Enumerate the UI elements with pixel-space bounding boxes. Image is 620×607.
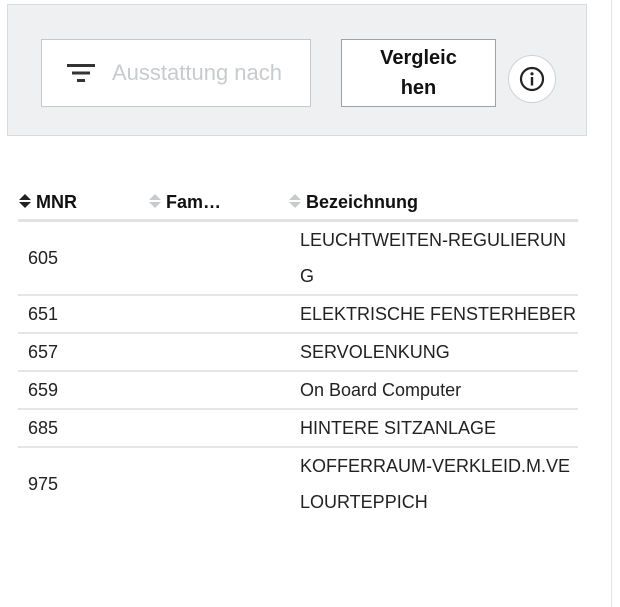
cell-bezeichnung: KOFFERRAUM-VERKLEID.M.VELOURTEPPICH bbox=[300, 456, 571, 512]
info-button[interactable] bbox=[508, 55, 556, 103]
cell-mnr: 659 bbox=[18, 371, 148, 410]
cell-fam bbox=[148, 447, 288, 520]
cell-bezeichnung: HINTERE SITZANLAGE bbox=[288, 409, 578, 448]
cell-bezeichnung: SERVOLENKUNG bbox=[288, 333, 578, 372]
cell-bezeichnung: On Board Computer bbox=[288, 371, 578, 410]
cell-bezeichnung: ELEKTRISCHE FENSTERHEBER bbox=[288, 295, 578, 334]
column-header-bezeichnung[interactable]: Bezeichnung bbox=[288, 185, 578, 222]
column-header-label: Fam… bbox=[166, 191, 222, 212]
cell-fam bbox=[148, 371, 288, 410]
filter-panel: Vergleichen bbox=[7, 4, 587, 136]
panel-divider bbox=[611, 0, 612, 607]
cell-fam bbox=[148, 295, 288, 334]
table-header-row: MNR Fam… Bezeichnung bbox=[18, 185, 578, 222]
cell-mnr: 605 bbox=[18, 220, 148, 296]
search-box[interactable] bbox=[41, 39, 311, 107]
compare-button-label: Vergleichen bbox=[380, 47, 457, 99]
cell-fam bbox=[148, 333, 288, 372]
table-row[interactable]: 605 LEUCHTWEITEN-REGULIERUNG bbox=[18, 220, 578, 296]
sort-icon bbox=[149, 193, 161, 208]
column-header-fam[interactable]: Fam… bbox=[148, 185, 288, 222]
search-input[interactable] bbox=[112, 53, 310, 93]
column-header-label: MNR bbox=[36, 191, 77, 212]
table-row[interactable]: 651 ELEKTRISCHE FENSTERHEBER bbox=[18, 295, 578, 334]
cell-mnr: 685 bbox=[18, 409, 148, 448]
cell-mnr: 651 bbox=[18, 295, 148, 334]
table-row[interactable]: 657 SERVOLENKUNG bbox=[18, 333, 578, 372]
table-row[interactable]: 975 KOFFERRAUM-VERKLEID.M.VELOURTEPPICH bbox=[18, 447, 578, 520]
filter-icon bbox=[67, 64, 95, 82]
cell-mnr: 975 bbox=[28, 473, 59, 494]
sort-icon bbox=[19, 193, 31, 208]
compare-button[interactable]: Vergleichen bbox=[341, 39, 496, 107]
cell-bezeichnung: LEUCHTWEITEN-REGULIERUNG bbox=[288, 220, 578, 296]
column-header-mnr[interactable]: MNR bbox=[18, 185, 148, 222]
equipment-table: MNR Fam… Bezeichnung 605 LEUCHTWEITEN-RE… bbox=[18, 185, 578, 520]
cell-fam bbox=[148, 409, 288, 448]
info-icon bbox=[519, 66, 545, 92]
table-row[interactable]: 685 HINTERE SITZANLAGE bbox=[18, 409, 578, 448]
cell-mnr: 657 bbox=[18, 333, 148, 372]
cell-fam bbox=[148, 220, 288, 296]
sort-icon bbox=[289, 193, 301, 208]
table-row[interactable]: 659 On Board Computer bbox=[18, 371, 578, 410]
column-header-label: Bezeichnung bbox=[306, 191, 419, 212]
